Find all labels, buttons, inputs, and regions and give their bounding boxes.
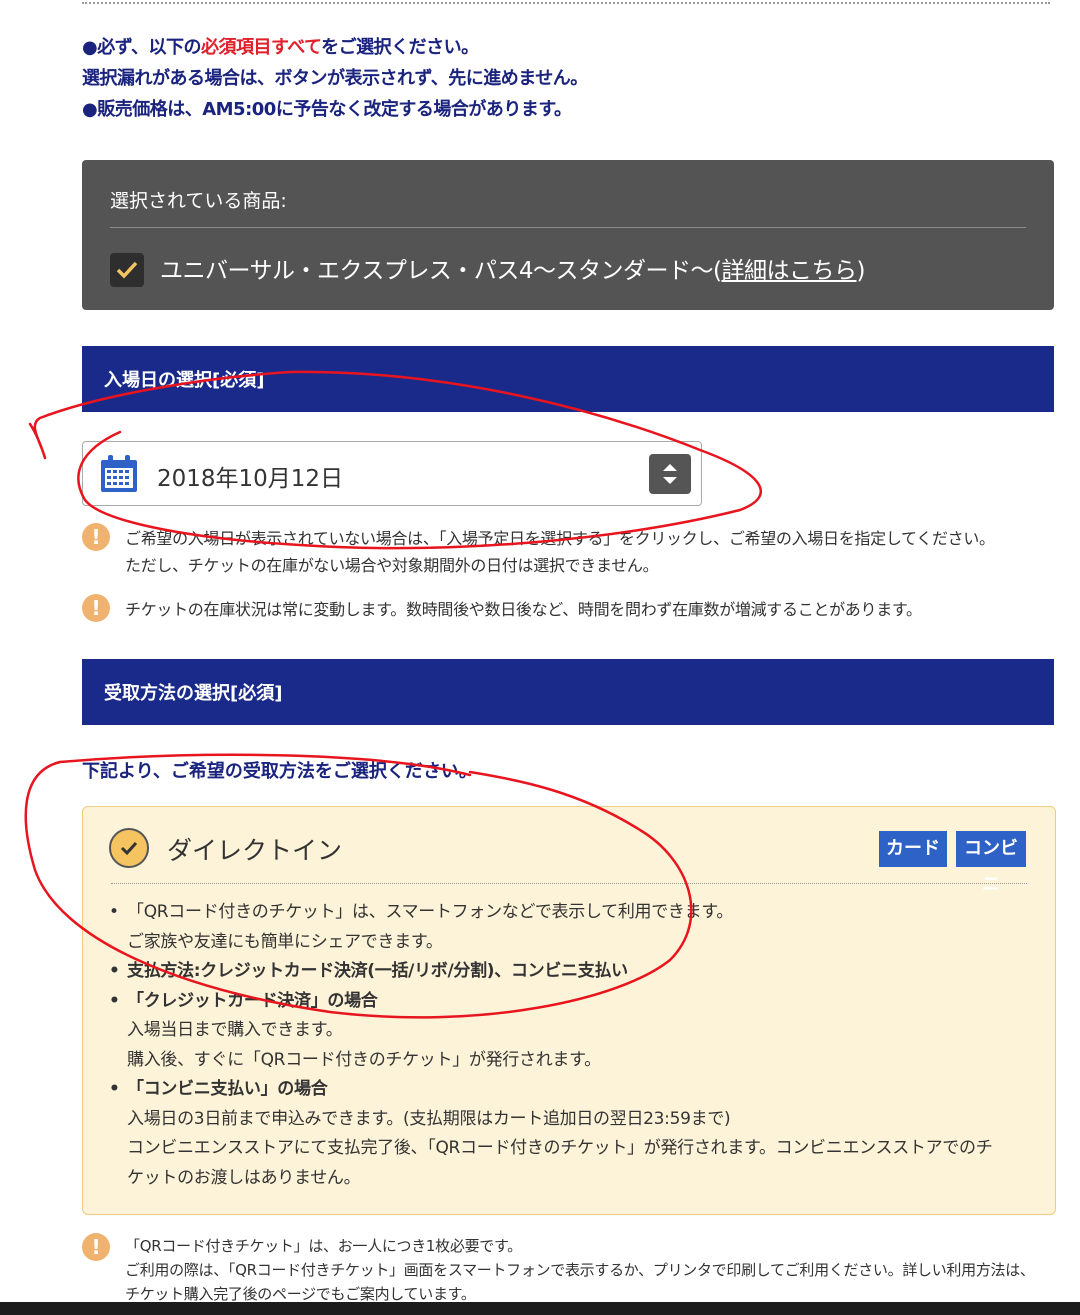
option-radio[interactable] [109, 828, 149, 868]
panel-divider [110, 227, 1026, 228]
bottom-bar [0, 1302, 1080, 1315]
detail-link[interactable]: 詳細はこちら [721, 258, 857, 284]
detail-line: 購入後、すぐに「QRコード付きのチケット」が発行されます。 [127, 1049, 601, 1070]
selected-product-panel: 選択されている商品: ユニバーサル・エクスプレス・パス4〜スタンダード〜(詳細は… [82, 160, 1054, 310]
badge-card: カード [879, 831, 947, 867]
calendar-icon [101, 455, 137, 492]
option-title: ダイレクトイン [167, 836, 343, 865]
detail-line: 入場日の3日前まで申込みできます。(支払期限はカート追加日の翌日23:59まで) [127, 1108, 731, 1129]
entry-date-select[interactable]: 2018年10月12日 [82, 441, 702, 506]
notice-line-1: ●必ず、以下の必須項目すべてをご選択ください。 [82, 37, 479, 58]
detail-line: ご家族や友達にも簡単にシェアできます。 [127, 931, 443, 952]
detail-line: 「コンビニ支払い」の場合 [107, 1075, 992, 1105]
detail-line: 支払方法:クレジットカード決済(一括/リボ/分割)、コンビニ支払い [107, 957, 992, 987]
product-name: ユニバーサル・エクスプレス・パス4〜スタンダード〜(詳細はこちら) [160, 258, 865, 284]
date-value: 2018年10月12日 [157, 466, 344, 492]
badge-convenience: コンビニ [956, 831, 1026, 895]
sort-arrows-icon [663, 464, 677, 484]
receive-option-direct-in[interactable]: ダイレクトイン カード コンビニ 「QRコード付きのチケット」は、スマートフォン… [82, 806, 1056, 1215]
warning-date-availability: ! ご希望の入場日が表示されていない場合は、「入場予定日を選択する」をクリックし… [82, 523, 1022, 578]
detail-line: 「QRコード付きのチケット」は、スマートフォンなどで表示して利用できます。 [107, 898, 992, 928]
check-circle-icon [120, 841, 138, 856]
option-details: 「QRコード付きのチケット」は、スマートフォンなどで表示して利用できます。 ご家… [107, 898, 993, 1193]
product-checkbox[interactable] [110, 253, 144, 287]
detail-line: 入場当日まで購入できます。 [127, 1020, 343, 1040]
notice-line-3: ●販売価格は、AM5:00に予告なく改定する場合があります。 [82, 99, 572, 120]
section-header-receive: 受取方法の選択[必須] [82, 659, 1054, 725]
receive-intro-text: 下記より、ご希望の受取方法をご選択ください。 [82, 761, 477, 782]
warning-icon: ! [82, 523, 110, 551]
required-highlight: 必須項目すべて [200, 37, 322, 58]
warning-icon: ! [82, 594, 110, 622]
option-divider [111, 883, 1027, 884]
warning-qr-ticket: ! 「QRコード付きチケット」は、お一人につき1枚必要です。 ご利用の際は、「Q… [82, 1233, 1042, 1303]
date-dropdown-button[interactable] [649, 454, 691, 494]
notice-line-2: 選択漏れがある場合は、ボタンが表示されず、先に進めません。 [82, 68, 588, 89]
detail-line: 「クレジットカード決済」の場合 [107, 987, 992, 1017]
selected-product-title: 選択されている商品: [110, 190, 287, 212]
check-icon [116, 261, 138, 279]
top-divider [82, 2, 1050, 4]
warning-icon: ! [82, 1233, 110, 1261]
section-header-date: 入場日の選択[必須] [82, 346, 1054, 412]
warning-stock-change: ! チケットの在庫状況は常に変動します。数時間後や数日後など、時間を問わず在庫数… [82, 594, 1022, 624]
required-notice: ●必ず、以下の必須項目すべてをご選択ください。 選択漏れがある場合は、ボタンが表… [82, 32, 588, 125]
detail-line: コンビニエンスストアにて支払完了後、「QRコード付きのチケット」が発行されます。… [127, 1138, 993, 1158]
detail-line: ケットのお渡しはありません。 [127, 1167, 361, 1188]
